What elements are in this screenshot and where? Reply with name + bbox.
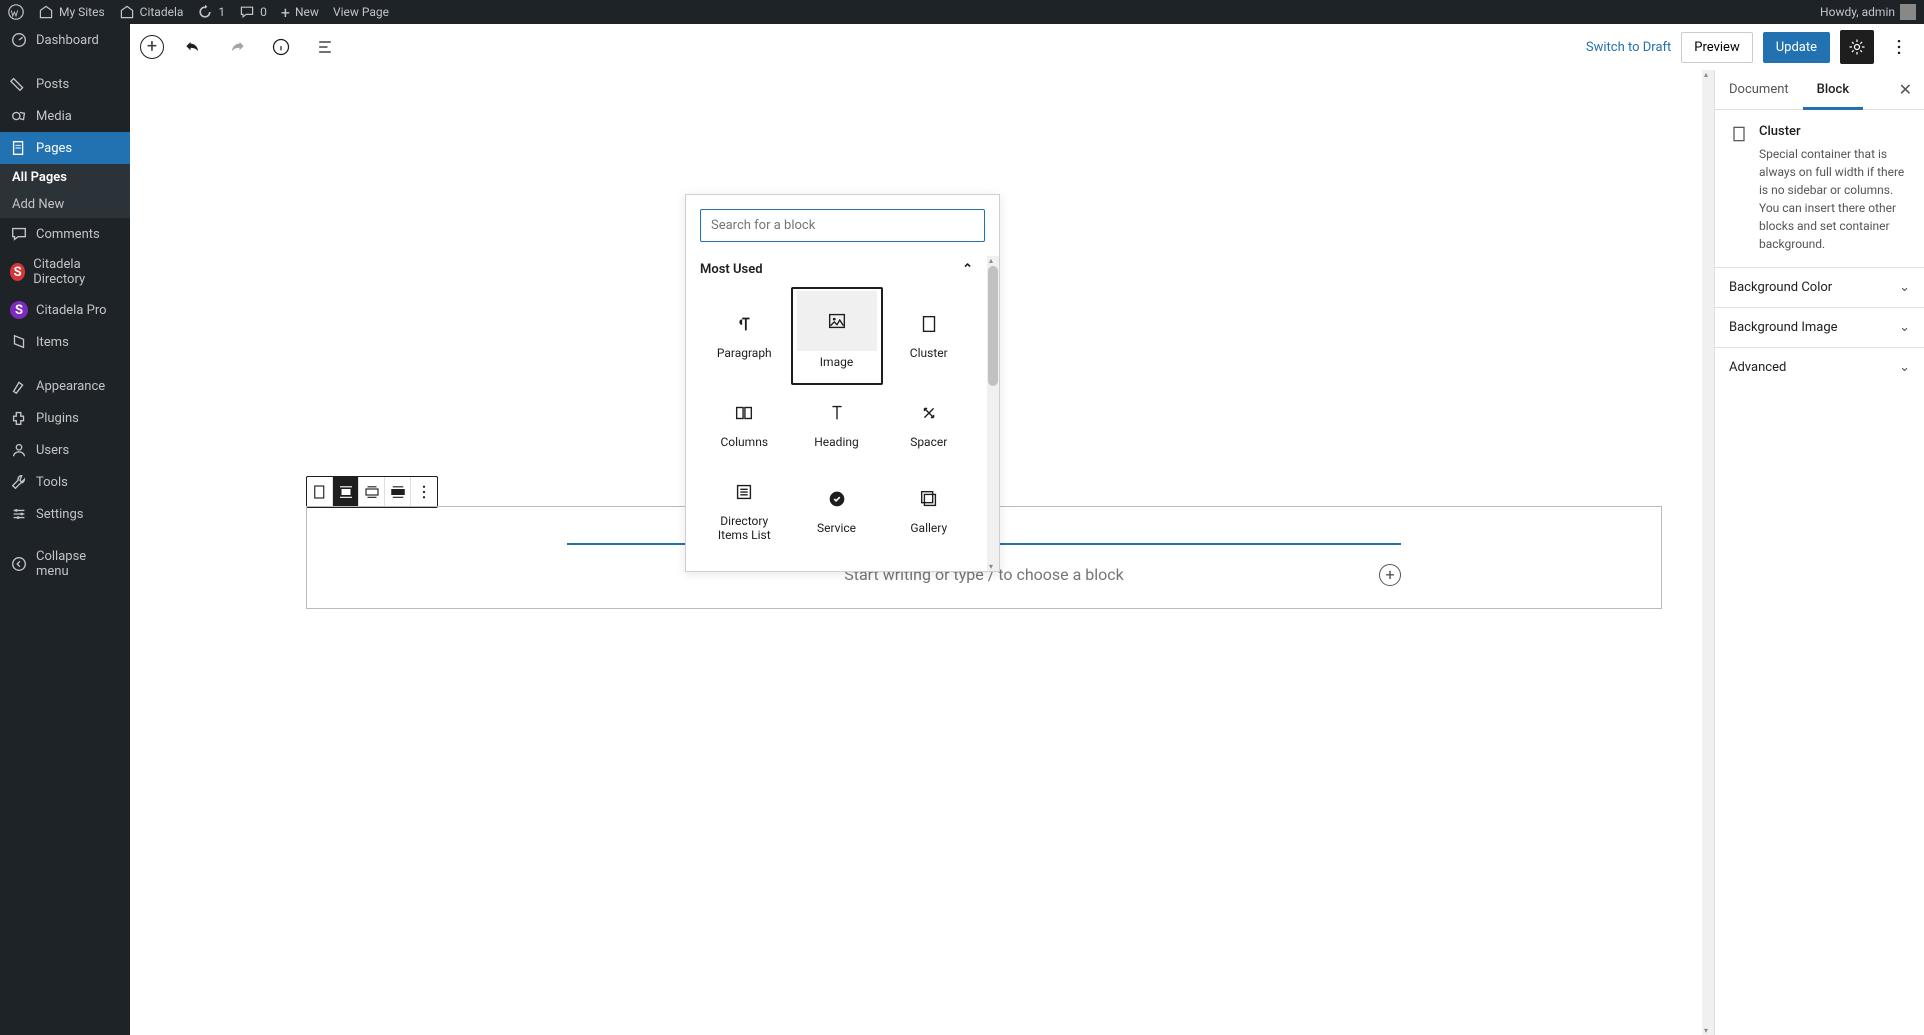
- tab-document[interactable]: Document: [1715, 70, 1803, 109]
- update-button[interactable]: Update: [1763, 32, 1830, 63]
- section-most-used[interactable]: Most Used ⌃: [700, 256, 973, 287]
- view-page[interactable]: View Page: [333, 5, 389, 19]
- heading-icon: [825, 401, 849, 425]
- menu-citadela-pro[interactable]: SCitadela Pro: [0, 294, 130, 326]
- block-heading[interactable]: Heading: [791, 387, 883, 463]
- citadela-directory-icon: S: [10, 263, 25, 281]
- submenu-all-pages[interactable]: All Pages: [0, 164, 130, 191]
- menu-tools[interactable]: Tools: [0, 466, 130, 498]
- redo-button[interactable]: [222, 32, 252, 62]
- outline-button[interactable]: [310, 32, 340, 62]
- info-button[interactable]: [266, 32, 296, 62]
- spacer-icon: [917, 401, 941, 425]
- howdy[interactable]: Howdy, admin: [1820, 4, 1916, 20]
- inserter-scrollbar[interactable]: [987, 256, 999, 571]
- switch-to-draft-link[interactable]: Switch to Draft: [1586, 40, 1671, 55]
- block-toolbar: [306, 476, 438, 508]
- updates[interactable]: 1: [197, 4, 225, 20]
- citadela-pro-icon: S: [10, 301, 28, 319]
- new[interactable]: +New: [281, 3, 319, 22]
- undo-button[interactable]: [178, 32, 208, 62]
- chevron-down-icon: ⌄: [1899, 320, 1910, 335]
- admin-sidebar: Dashboard Posts Media Pages All Pages Ad…: [0, 24, 130, 1035]
- block-more-button[interactable]: [411, 477, 437, 507]
- block-paragraph[interactable]: Paragraph: [700, 287, 789, 385]
- settings-panel: Document Block ✕ Cluster Special contain…: [1714, 70, 1924, 1035]
- block-columns[interactable]: Columns: [700, 387, 789, 463]
- menu-appearance[interactable]: Appearance: [0, 370, 130, 402]
- canvas-scrollbar[interactable]: [1702, 70, 1714, 1035]
- avatar-icon: [1900, 4, 1916, 20]
- wp-logo[interactable]: [8, 4, 24, 20]
- menu-comments[interactable]: Comments: [0, 218, 130, 250]
- add-block-button[interactable]: +: [140, 35, 164, 59]
- gallery-icon: [917, 487, 941, 511]
- search-input[interactable]: [700, 209, 985, 242]
- block-type-icon[interactable]: [307, 477, 333, 507]
- block-image[interactable]: Image: [791, 287, 883, 385]
- settings-gear-button[interactable]: [1840, 30, 1874, 64]
- menu-collapse[interactable]: Collapse menu: [0, 542, 130, 586]
- chevron-up-icon: ⌃: [962, 262, 973, 277]
- chevron-down-icon: ⌄: [1899, 280, 1910, 295]
- menu-citadela-directory[interactable]: SCitadela Directory: [0, 250, 130, 294]
- align-none-button[interactable]: [333, 477, 359, 507]
- submenu-add-new[interactable]: Add New: [0, 191, 130, 218]
- image-icon: [797, 291, 877, 351]
- menu-settings[interactable]: Settings: [0, 498, 130, 530]
- menu-plugins[interactable]: Plugins: [0, 402, 130, 434]
- inline-add-button[interactable]: +: [1379, 564, 1401, 586]
- menu-posts[interactable]: Posts: [0, 68, 130, 100]
- panel-background-color[interactable]: Background Color⌄: [1715, 267, 1924, 307]
- comments[interactable]: 0: [239, 4, 267, 20]
- panel-advanced[interactable]: Advanced⌄: [1715, 347, 1924, 387]
- block-service[interactable]: Service: [791, 466, 883, 557]
- align-wide-button[interactable]: [359, 477, 385, 507]
- editor-canvas[interactable]: + Start writing or type / to choose a bl…: [130, 70, 1702, 1035]
- close-settings-button[interactable]: ✕: [1887, 70, 1924, 109]
- service-icon: [825, 487, 849, 511]
- admin-bar: My Sites Citadela 1 0 +New View Page How…: [0, 0, 1924, 24]
- block-title: Cluster: [1759, 124, 1910, 139]
- tab-block[interactable]: Block: [1803, 70, 1863, 109]
- block-spacer[interactable]: Spacer: [885, 387, 974, 463]
- editor-top-bar: + Switch to Draft Preview Update: [130, 24, 1924, 70]
- columns-icon: [732, 401, 756, 425]
- site-name[interactable]: Citadela: [119, 4, 184, 20]
- panel-background-image[interactable]: Background Image⌄: [1715, 307, 1924, 347]
- align-full-button[interactable]: [385, 477, 411, 507]
- list-icon: [732, 480, 756, 504]
- menu-items[interactable]: Items: [0, 326, 130, 358]
- menu-pages[interactable]: Pages: [0, 132, 130, 164]
- paragraph-icon: [732, 312, 756, 336]
- chevron-down-icon: ⌄: [1899, 360, 1910, 375]
- block-cluster[interactable]: Cluster: [885, 287, 974, 385]
- block-directory-items-list[interactable]: Directory Items List: [700, 466, 789, 557]
- cluster-block-icon: [1729, 124, 1749, 144]
- my-sites[interactable]: My Sites: [38, 4, 105, 20]
- menu-media[interactable]: Media: [0, 100, 130, 132]
- block-gallery[interactable]: Gallery: [885, 466, 974, 557]
- block-description: Special container that is always on full…: [1759, 145, 1910, 253]
- preview-button[interactable]: Preview: [1681, 32, 1752, 63]
- block-inserter-popover: Most Used ⌃ Paragraph Image: [685, 194, 1000, 572]
- more-menu-button[interactable]: [1884, 32, 1914, 62]
- menu-dashboard[interactable]: Dashboard: [0, 24, 130, 56]
- menu-users[interactable]: Users: [0, 434, 130, 466]
- cluster-icon: [917, 312, 941, 336]
